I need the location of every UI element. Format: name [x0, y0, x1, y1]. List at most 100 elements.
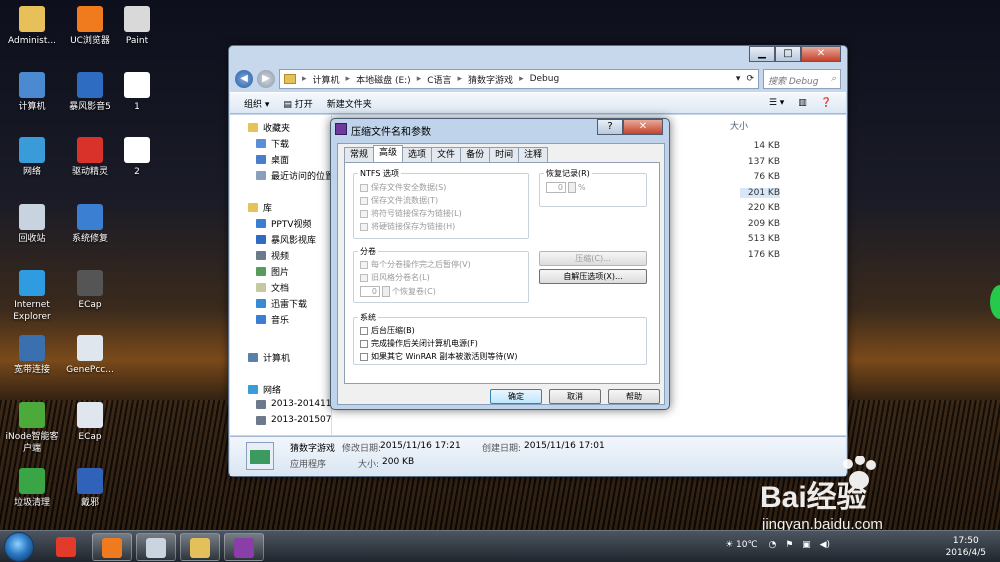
help-icon[interactable]: ❓	[821, 98, 832, 108]
file-size-cell[interactable]: 209 KB	[740, 219, 780, 229]
desktop-icon[interactable]: iNode智能客户端	[2, 402, 62, 455]
dialog-close-button[interactable]: ✕	[623, 119, 663, 135]
forward-button[interactable]: ▶	[257, 70, 275, 88]
nav-item[interactable]: 2013-20141108	[256, 399, 331, 409]
spin-arrows-icon[interactable]	[568, 182, 576, 193]
desktop-icon[interactable]: 系统修复	[60, 204, 120, 245]
file-size-cell[interactable]: 14 KB	[740, 141, 780, 151]
volume-icon[interactable]: ◀)	[820, 540, 830, 550]
file-size-cell[interactable]: 201 KB	[740, 187, 780, 198]
help-button[interactable]: 帮助	[608, 389, 660, 404]
breadcrumb-item[interactable]: 本地磁盘 (E:)	[356, 73, 411, 86]
close-button[interactable]: ✕	[801, 46, 841, 62]
desktop-icon[interactable]: Administ...	[2, 6, 62, 47]
flag-icon[interactable]: ⚑	[785, 540, 793, 550]
desktop-icon[interactable]: Internet Explorer	[2, 270, 62, 323]
desktop-icon[interactable]: 宽带连接	[2, 335, 62, 376]
desktop-icon[interactable]: 回收站	[2, 204, 62, 245]
nav-item[interactable]: 下载	[256, 137, 289, 150]
taskbar-uc-browser[interactable]	[92, 533, 132, 561]
open-button[interactable]: ▤ 打开	[283, 97, 312, 110]
nav-item[interactable]: 图片	[256, 265, 289, 278]
search-input[interactable]: 搜索 Debug ⌕	[763, 69, 841, 89]
breadcrumb-item[interactable]: C语言	[427, 73, 451, 86]
desktop-icon[interactable]: 网络	[2, 137, 62, 178]
preview-pane-icon[interactable]: ▥	[798, 98, 807, 108]
nav-item[interactable]: 桌面	[256, 153, 289, 166]
new-folder-button[interactable]: 新建文件夹	[327, 97, 372, 110]
file-size-cell[interactable]: 220 KB	[740, 203, 780, 213]
network-icon[interactable]: ▣	[802, 540, 811, 550]
taskbar-winrar[interactable]	[224, 533, 264, 561]
minimize-button[interactable]: ▁	[749, 46, 775, 62]
taskbar-explorer[interactable]	[180, 533, 220, 561]
desktop-icon[interactable]: 1	[107, 72, 167, 113]
wifi-icon[interactable]: ◔	[768, 540, 776, 550]
taskbar-qq[interactable]	[46, 533, 86, 561]
nav-item[interactable]: 收藏夹	[248, 121, 290, 134]
desktop-icon[interactable]: GenePcc...	[60, 335, 120, 376]
maximize-button[interactable]: □	[775, 46, 801, 62]
dialog-tab[interactable]: 时间	[489, 147, 520, 162]
back-button[interactable]: ◀	[235, 70, 253, 88]
nav-item[interactable]: 最近访问的位置	[256, 169, 331, 182]
recovery-value[interactable]: 0	[546, 182, 566, 193]
nav-item[interactable]: 暴风影视库	[256, 233, 316, 246]
desktop-icon[interactable]: ECap	[60, 270, 120, 311]
cancel-button[interactable]: 取消	[549, 389, 601, 404]
file-size-cell[interactable]: 176 KB	[740, 250, 780, 260]
dialog-tab[interactable]: 常规	[344, 147, 375, 162]
recovery-volumes-stepper[interactable]: 0 个恢复卷(C)	[360, 286, 436, 297]
desktop-icon[interactable]: 计算机	[2, 72, 62, 113]
dialog-help-button[interactable]: ?	[597, 119, 623, 135]
recovery-volumes-value[interactable]: 0	[360, 286, 380, 297]
dialog-tab[interactable]: 选项	[402, 147, 433, 162]
dropdown-icon[interactable]: ▾	[736, 74, 741, 84]
nav-item[interactable]: 音乐	[256, 313, 289, 326]
refresh-icon[interactable]: ⟳	[746, 74, 754, 84]
hardlink-checkbox[interactable]: 将硬链接保存为链接(H)	[360, 221, 455, 232]
wait-other-copies-checkbox[interactable]: 如果其它 WinRAR 副本被激活则等待(W)	[360, 351, 518, 362]
nav-item[interactable]: 2013-20150721	[256, 415, 331, 425]
nav-item[interactable]: 库	[248, 201, 272, 214]
breadcrumb-item[interactable]: Debug	[530, 74, 560, 84]
desktop-icon[interactable]: 2	[107, 137, 167, 178]
symlink-checkbox[interactable]: 将符号链接保存为链接(L)	[360, 208, 462, 219]
address-bar[interactable]: ▸ 计算机 ▸ 本地磁盘 (E:) ▸ C语言 ▸ 猜数字游戏 ▸ Debug …	[279, 69, 759, 89]
save-security-checkbox[interactable]: 保存文件安全数据(S)	[360, 182, 446, 193]
dialog-tab[interactable]: 注释	[518, 147, 549, 162]
save-streams-checkbox[interactable]: 保存文件流数据(T)	[360, 195, 438, 206]
compression-button[interactable]: 压缩(C)...	[539, 251, 647, 266]
file-size-cell[interactable]: 513 KB	[740, 234, 780, 244]
file-size-cell[interactable]: 137 KB	[740, 157, 780, 167]
desktop-icon[interactable]: 戴邪	[60, 468, 120, 509]
shutdown-checkbox[interactable]: 完成操作后关闭计算机电源(F)	[360, 338, 478, 349]
clock[interactable]: 17:50 2016/4/5	[946, 535, 986, 559]
start-button[interactable]	[4, 532, 34, 562]
nav-item[interactable]: 迅雷下载	[256, 297, 307, 310]
nav-item[interactable]: 计算机	[248, 351, 290, 364]
background-compress-checkbox[interactable]: 后台压缩(B)	[360, 325, 415, 336]
breadcrumb-item[interactable]: 猜数字游戏	[468, 73, 513, 86]
view-options-icon[interactable]: ☰ ▾	[769, 98, 784, 108]
breadcrumb-item[interactable]: 计算机	[313, 73, 340, 86]
old-style-names-checkbox[interactable]: 旧风格分卷名(L)	[360, 272, 430, 283]
nav-item[interactable]: PPTV视频	[256, 217, 312, 230]
size-column-header[interactable]: 大小	[730, 119, 748, 132]
sfx-options-button[interactable]: 自解压选项(X)...	[539, 269, 647, 284]
file-size-cell[interactable]: 76 KB	[740, 172, 780, 182]
organize-button[interactable]: 组织 ▾	[244, 97, 269, 110]
dialog-tab[interactable]: 高级	[373, 145, 404, 162]
dialog-tab[interactable]: 备份	[460, 147, 491, 162]
ok-button[interactable]: 确定	[490, 389, 542, 404]
dialog-tab[interactable]: 文件	[431, 147, 462, 162]
desktop-icon[interactable]: 垃圾清理	[2, 468, 62, 509]
nav-item[interactable]: 文档	[256, 281, 289, 294]
weather-icon[interactable]: ☀	[725, 540, 733, 550]
taskbar-paint[interactable]	[136, 533, 176, 561]
pause-after-volume-checkbox[interactable]: 每个分卷操作完之后暂停(V)	[360, 259, 471, 270]
spin-arrows-icon[interactable]	[382, 286, 390, 297]
desktop-icon[interactable]: ECap	[60, 402, 120, 443]
nav-item[interactable]: 视频	[256, 249, 289, 262]
recovery-percent-stepper[interactable]: 0 %	[546, 182, 586, 193]
